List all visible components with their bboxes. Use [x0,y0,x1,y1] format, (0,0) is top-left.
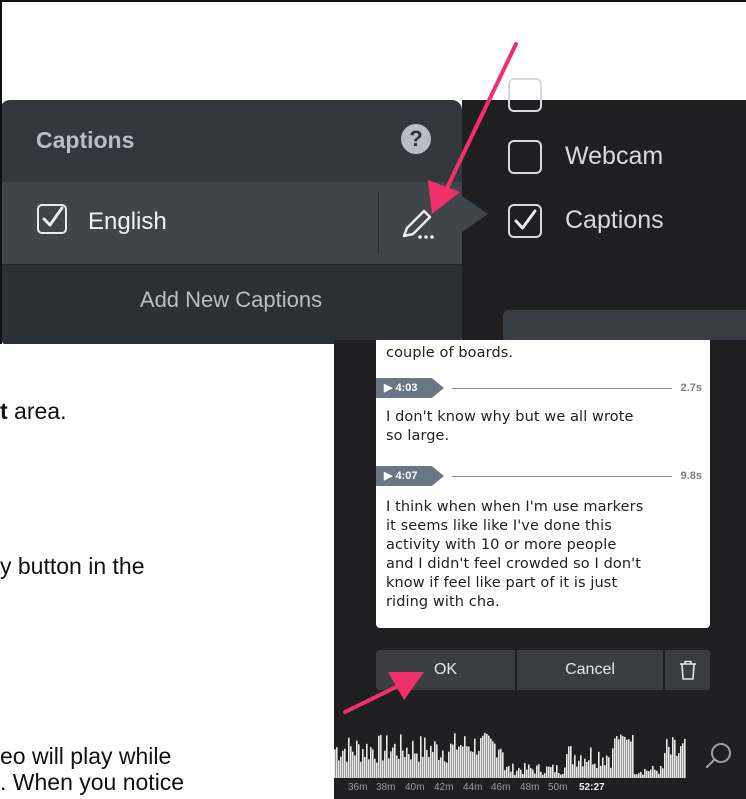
annotation-arrow-bottom [343,672,424,714]
